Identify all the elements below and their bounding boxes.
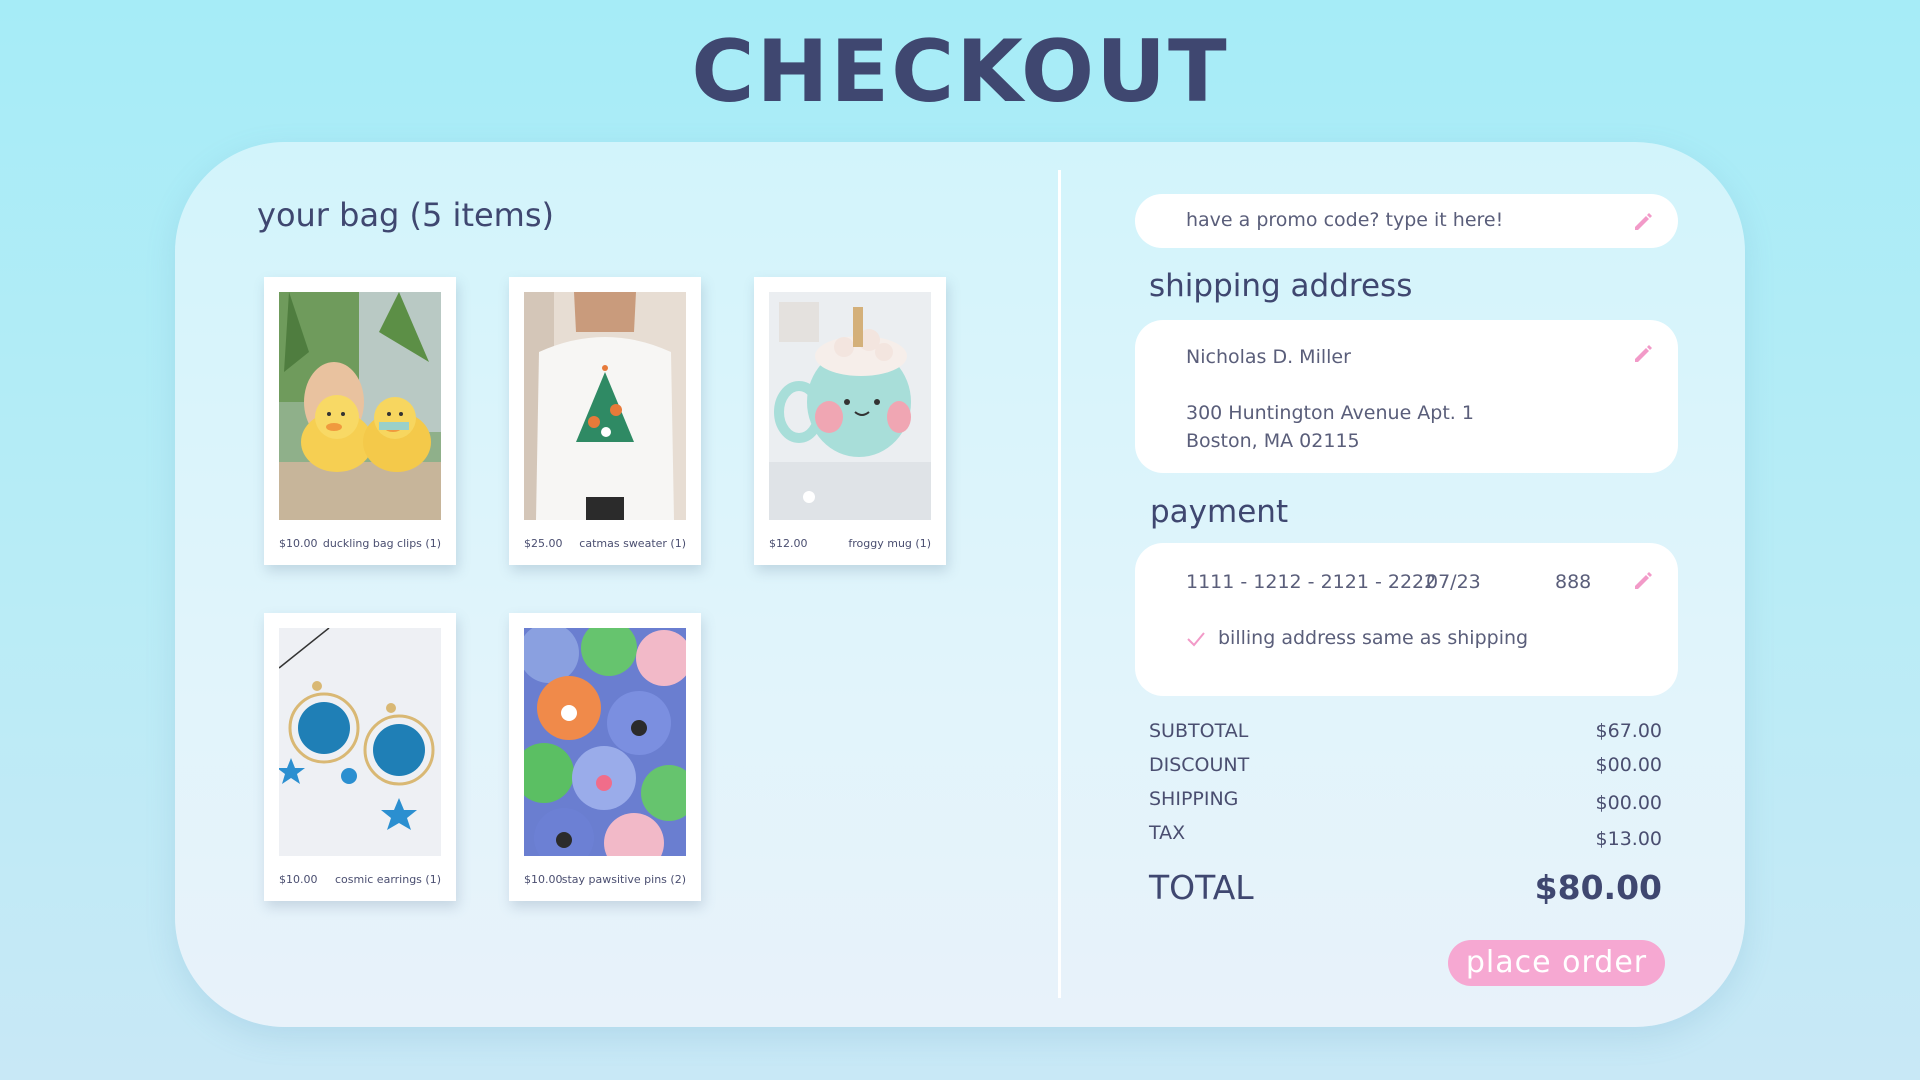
item-name: duckling bag clips (1) [322, 537, 441, 550]
billing-same-label[interactable]: billing address same as shipping [1218, 627, 1528, 649]
bag-item-card[interactable]: $25.00 catmas sweater (1) [509, 277, 701, 565]
total-value: $80.00 [1534, 868, 1662, 907]
shipping-value: $00.00 [1595, 792, 1662, 814]
stay-pawsitive-pins-photo [524, 628, 686, 856]
subtotal-label: SUBTOTAL [1149, 720, 1249, 742]
item-price: $25.00 [524, 537, 563, 550]
cosmic-earrings-photo [279, 628, 441, 856]
checkmark-icon[interactable] [1186, 629, 1206, 649]
item-price: $10.00 [524, 873, 563, 886]
shipping-name: Nicholas D. Miller [1186, 346, 1351, 368]
tax-label: TAX [1149, 822, 1186, 844]
item-price: $10.00 [279, 873, 318, 886]
shipping-label: SHIPPING [1149, 788, 1239, 810]
shipping-address-line1: 300 Huntington Avenue Apt. 1 [1186, 402, 1474, 424]
pencil-icon[interactable] [1632, 210, 1654, 232]
page-title: CHECKOUT [691, 22, 1229, 122]
item-price: $10.00 [279, 537, 318, 550]
bag-item-card[interactable]: $12.00 froggy mug (1) [754, 277, 946, 565]
total-label: TOTAL [1149, 868, 1254, 907]
card-number: 1111 - 1212 - 2121 - 2222 [1186, 571, 1437, 593]
promo-code-placeholder[interactable]: have a promo code? type it here! [1186, 209, 1503, 231]
column-divider [1058, 170, 1061, 998]
duckling-bag-clips-photo [279, 292, 441, 520]
discount-label: DISCOUNT [1149, 754, 1250, 776]
subtotal-value: $67.00 [1595, 720, 1662, 742]
catmas-sweater-photo [524, 292, 686, 520]
shipping-title: shipping address [1149, 268, 1413, 304]
payment-card[interactable]: 1111 - 1212 - 2121 - 2222 07/23 888 bill… [1135, 543, 1678, 696]
tax-value: $13.00 [1595, 828, 1662, 850]
card-cvv: 888 [1555, 571, 1592, 593]
shipping-address-card[interactable]: Nicholas D. Miller 300 Huntington Avenue… [1135, 320, 1678, 473]
discount-value: $00.00 [1595, 754, 1662, 776]
bag-item-card[interactable]: $10.00 stay pawsitive pins (2) [509, 613, 701, 901]
place-order-button[interactable]: place order [1448, 940, 1665, 986]
item-name: catmas sweater (1) [579, 537, 686, 550]
card-expiry: 07/23 [1426, 571, 1481, 593]
bag-item-card[interactable]: $10.00 cosmic earrings (1) [264, 613, 456, 901]
promo-code-field[interactable]: have a promo code? type it here! [1135, 194, 1678, 248]
bag-item-card[interactable]: $10.00 duckling bag clips (1) [264, 277, 456, 565]
item-price: $12.00 [769, 537, 808, 550]
shipping-address-line2: Boston, MA 02115 [1186, 430, 1360, 452]
pencil-icon[interactable] [1632, 569, 1654, 591]
item-name: stay pawsitive pins (2) [561, 873, 686, 886]
froggy-mug-photo [769, 292, 931, 520]
item-name: froggy mug (1) [848, 537, 931, 550]
bag-title: your bag (5 items) [257, 196, 554, 234]
payment-title: payment [1150, 494, 1289, 530]
item-name: cosmic earrings (1) [334, 873, 441, 886]
pencil-icon[interactable] [1632, 342, 1654, 364]
